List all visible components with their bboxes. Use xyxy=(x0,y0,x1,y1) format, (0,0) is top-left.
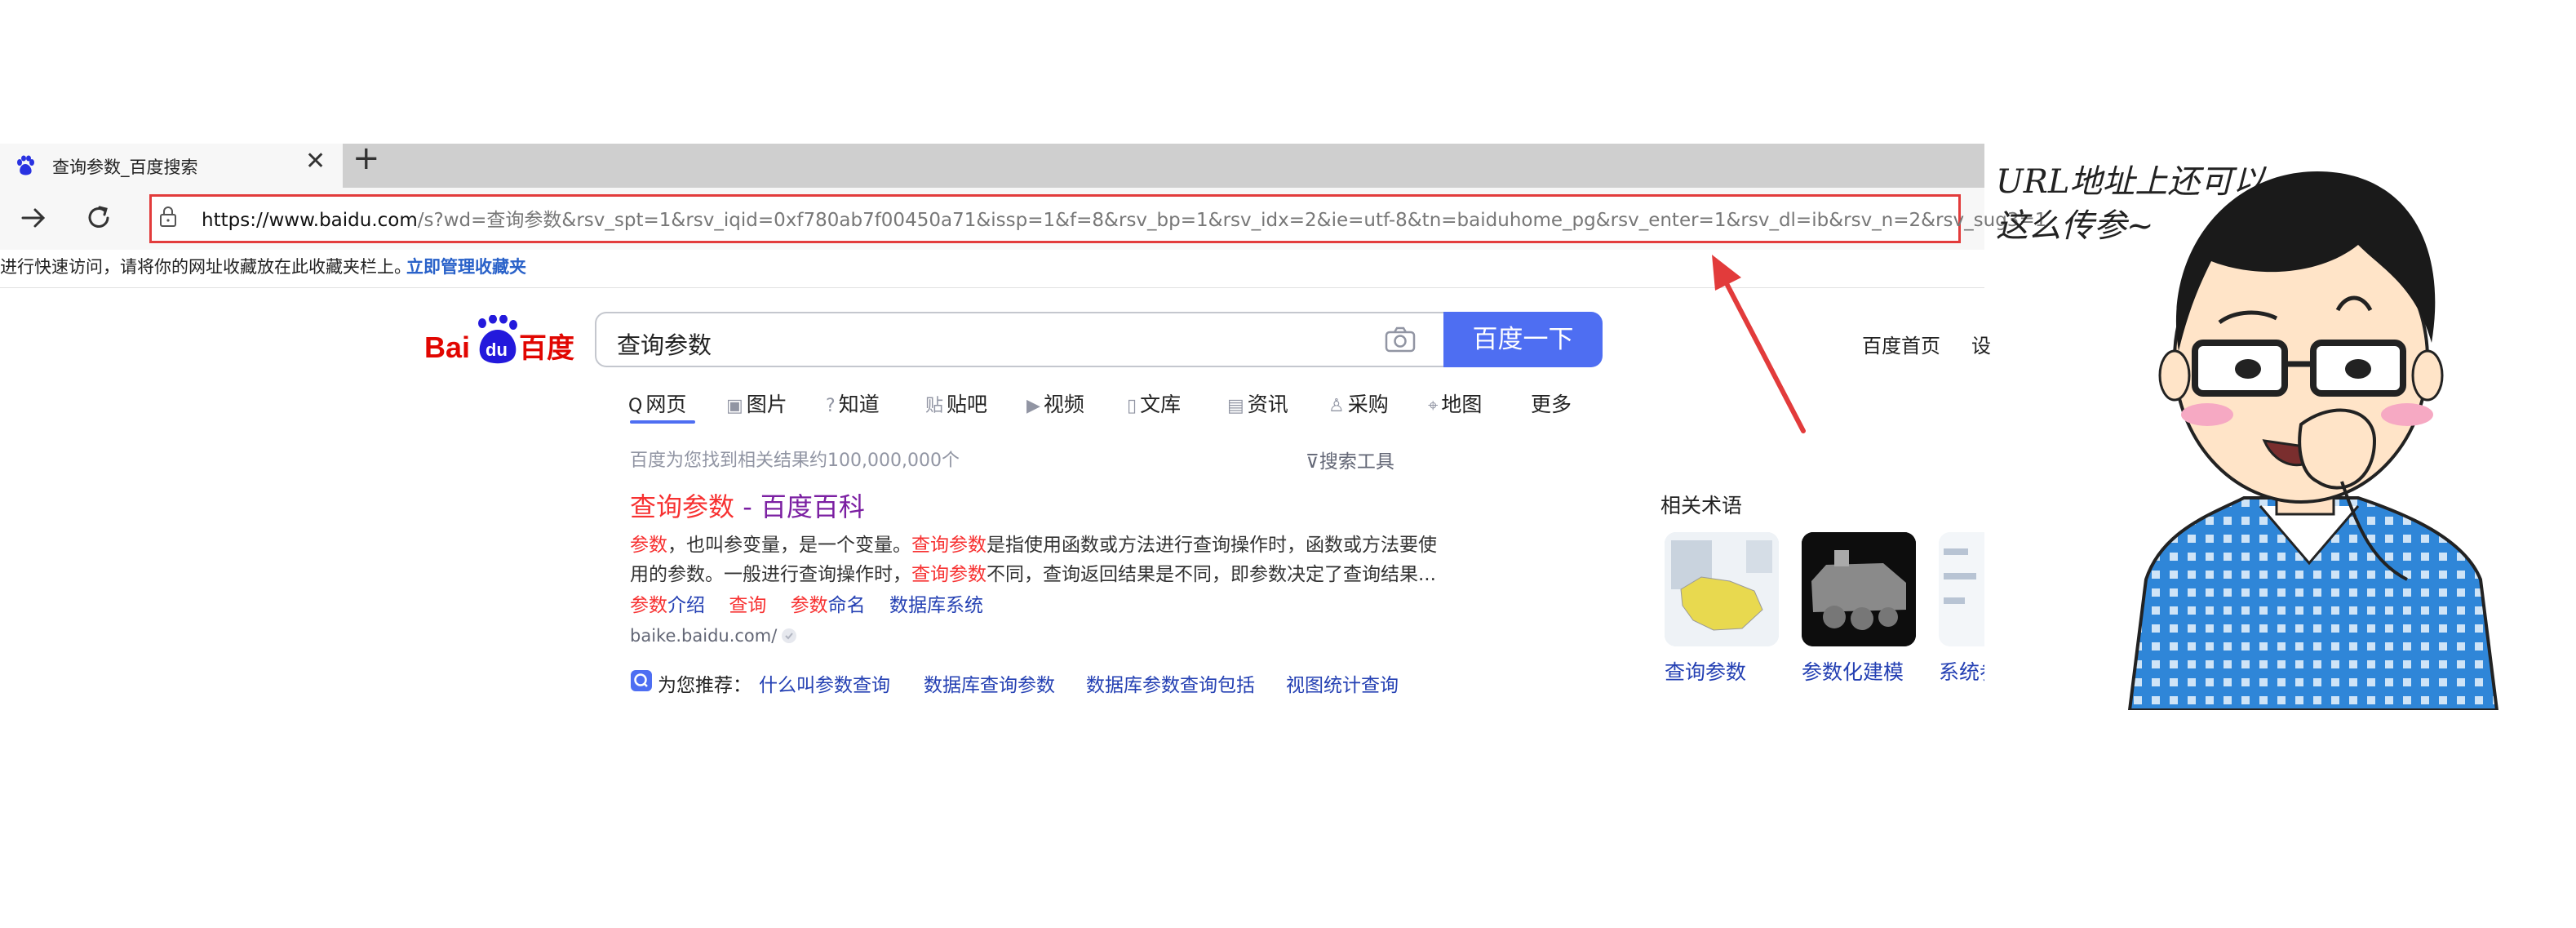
reload-icon[interactable] xyxy=(83,202,114,233)
tab-label: 贴吧 xyxy=(947,393,988,416)
tab-label: 采购 xyxy=(1347,393,1389,416)
snippet-text: 不同，查询返回结果是不同，即参数决定了查询结果... xyxy=(987,564,1436,585)
sublink-database[interactable]: 数据库系统 xyxy=(889,595,983,616)
close-tab-icon[interactable]: ✕ xyxy=(305,149,326,174)
sublink-hl: 参数 xyxy=(790,595,828,616)
result-site-url[interactable]: baike.baidu.com/ xyxy=(630,626,777,646)
sublink-naming[interactable]: 参数命名 xyxy=(791,595,866,616)
tab-7[interactable]: ▤ 资讯 xyxy=(1227,389,1288,418)
snippet-text: 是指使用函数或方法进行查询操作时，函数或方法要使 xyxy=(987,535,1437,556)
snippet-hl: 查询参数 xyxy=(911,535,987,556)
related-term-link[interactable]: 参数化建模 xyxy=(1802,656,1904,686)
tab-10[interactable]: 更多 xyxy=(1531,389,1572,418)
result-title-link[interactable]: 查询参数 - 百度百科 xyxy=(630,486,865,524)
tab-label: 图片 xyxy=(746,393,787,416)
search-button[interactable]: 百度一下 xyxy=(1443,312,1603,367)
sublink-hl: 参数 xyxy=(630,595,667,616)
tab-title: 查询参数_百度搜索 xyxy=(52,158,198,177)
recommend-icon xyxy=(631,670,652,691)
related-term-link[interactable]: 系统参 xyxy=(1939,656,1984,686)
tab-4[interactable]: 贴贴吧 xyxy=(925,389,987,418)
search-tools-label: 搜索工具 xyxy=(1319,451,1394,473)
tab-9[interactable]: ⌖ 地图 xyxy=(1428,389,1482,418)
recommend-link[interactable]: 视图统计查询 xyxy=(1286,669,1399,697)
tab-label: 视频 xyxy=(1043,393,1084,416)
tab-8[interactable]: ♙ 采购 xyxy=(1328,389,1389,418)
manage-favorites-link[interactable]: 立即管理收藏夹 xyxy=(406,254,526,278)
document-icon: ▯ xyxy=(1127,396,1137,416)
tab-3[interactable]: ? 知道 xyxy=(826,389,880,418)
tab-label: 网页 xyxy=(645,393,687,416)
result-count: 百度为您找到相关结果约100,000,000个 xyxy=(630,451,960,471)
cart-icon: ♙ xyxy=(1328,396,1345,416)
sublink-rest: 介绍 xyxy=(667,595,705,616)
sublink-rest: 命名 xyxy=(827,595,866,616)
search-tools-button[interactable]: ⊽搜索工具 xyxy=(1306,446,1394,473)
result-snippet-line-1: 参数，也叫参变量，是一个变量。查询参数是指使用函数或方法进行查询操作时，函数或方… xyxy=(630,529,1437,557)
result-title-highlight: 查询参数 xyxy=(630,491,735,522)
favorites-hint: 进行快速访问，请将你的网址收藏放在此收藏夹栏上。 xyxy=(0,257,411,277)
snippet-text: ，也叫参变量，是一个变量。 xyxy=(667,535,911,556)
recommend-link[interactable]: 数据库查询参数 xyxy=(924,669,1055,697)
snippet-hl: 参数 xyxy=(630,535,667,556)
sublink-intro[interactable]: 参数介绍 xyxy=(630,595,705,616)
tab-label: 知道 xyxy=(838,393,880,416)
snippet-hl: 查询参数 xyxy=(911,564,987,585)
new-tab-icon[interactable]: + xyxy=(352,142,380,175)
tab-5[interactable]: ▶ 视频 xyxy=(1026,389,1084,418)
forward-arrow-icon[interactable] xyxy=(18,202,49,233)
svg-text:Bai: Bai xyxy=(424,331,470,364)
system-thumbnail-image xyxy=(1939,532,1984,646)
result-snippet-line-2: 用的参数。一般进行查询操作时，查询参数不同，查询返回结果是不同，即参数决定了查询… xyxy=(630,558,1436,586)
sublink-hl: 查询 xyxy=(729,595,767,616)
url-text[interactable]: https://www.baidu.com/s?wd=查询参数&rsv_spt=… xyxy=(202,204,2046,232)
snippet-text: 用的参数。一般进行查询操作时， xyxy=(630,564,911,585)
camera-icon[interactable] xyxy=(1385,326,1416,353)
related-thumb-system[interactable] xyxy=(1939,532,1984,646)
sublink-query[interactable]: 查询 xyxy=(729,595,766,616)
verified-shield-icon xyxy=(782,628,796,643)
tab-label: 地图 xyxy=(1441,393,1483,416)
tab-label: 文库 xyxy=(1140,393,1182,416)
map-icon: ⌖ xyxy=(1428,396,1439,416)
cartoon-character-illustration xyxy=(2127,171,2499,710)
recommend-link[interactable]: 数据库参数查询包括 xyxy=(1086,669,1255,697)
tab-label: 更多 xyxy=(1531,393,1572,416)
baidu-logo[interactable]: Bai du 百度 xyxy=(424,315,579,366)
related-thumb-model[interactable] xyxy=(1802,532,1916,646)
recommend-link[interactable]: 什么叫参数查询 xyxy=(759,669,890,697)
search-input[interactable] xyxy=(595,312,1443,367)
lock-icon[interactable] xyxy=(158,205,178,228)
baidu-home-link[interactable]: 百度首页 xyxy=(1862,330,1940,358)
svg-text:百度: 百度 xyxy=(519,332,574,365)
related-term-link[interactable]: 查询参数 xyxy=(1665,656,1746,686)
result-sublinks: 参数介绍 查询 参数命名 数据库系统 xyxy=(630,589,1001,617)
filter-icon: ⊽ xyxy=(1306,451,1319,473)
url-path: /s?wd=查询参数&rsv_spt=1&rsv_iqid=0xf780ab7f… xyxy=(417,210,2047,231)
news-icon: ▤ xyxy=(1227,396,1244,416)
related-thumb-map[interactable] xyxy=(1665,532,1779,646)
tab-label: 资讯 xyxy=(1247,393,1288,416)
image-icon: ▣ xyxy=(726,396,743,416)
recommend-label: 为您推荐： xyxy=(658,675,752,696)
result-title-rest: - 百度百科 xyxy=(734,491,865,522)
map-thumbnail-image xyxy=(1665,532,1779,646)
tab-1[interactable]: Q 网页 xyxy=(628,389,686,418)
related-terms-title: 相关术语 xyxy=(1660,494,1743,517)
search-query[interactable]: 查询参数 xyxy=(617,326,712,361)
question-icon: ? xyxy=(826,396,836,416)
video-icon: ▶ xyxy=(1026,396,1040,416)
annotation-arrow xyxy=(1712,255,1806,433)
active-tab-underline xyxy=(630,420,695,424)
tieba-icon: 贴 xyxy=(925,396,944,416)
baidu-paw-icon xyxy=(17,155,34,175)
url-host: https://www.baidu.com xyxy=(202,210,418,231)
locomotive-thumbnail-image xyxy=(1802,532,1916,646)
tab-2[interactable]: ▣ 图片 xyxy=(726,389,787,418)
svg-text:du: du xyxy=(485,340,508,360)
tab-6[interactable]: ▯ 文库 xyxy=(1127,389,1181,418)
settings-link[interactable]: 设 xyxy=(1971,330,1991,358)
search-icon: Q xyxy=(628,396,643,416)
